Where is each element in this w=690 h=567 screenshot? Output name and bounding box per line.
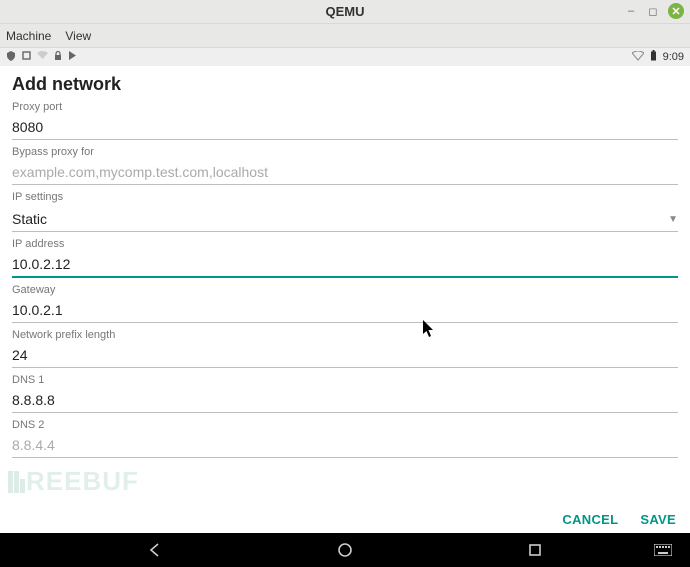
menubar: Machine View [0,24,690,48]
label-gateway: Gateway [12,284,678,296]
lock-icon [54,51,62,64]
wifi-dim-icon [37,51,48,63]
label-prefix: Network prefix length [12,329,678,341]
android-statusbar: 9:09 [0,48,690,66]
window-title: QEMU [326,4,365,19]
input-prefix[interactable] [12,345,678,365]
qemu-window: QEMU – ◻ ✕ Machine View [0,0,690,567]
maximize-button[interactable]: ◻ [646,4,660,18]
nav-back-button[interactable] [146,541,164,559]
field-bypass: Bypass proxy for [12,146,678,185]
label-proxy-port: Proxy port [12,101,678,113]
settings-content: Add network Proxy port Bypass proxy for … [0,66,690,533]
window-buttons: – ◻ ✕ [624,3,684,19]
label-bypass: Bypass proxy for [12,146,678,158]
input-proxy-port[interactable] [12,117,678,137]
input-bypass[interactable] [12,162,678,182]
watermark: REEBUF [8,466,139,497]
battery-icon [650,50,657,64]
statusbar-right: 9:09 [632,50,684,64]
chevron-down-icon: ▼ [668,214,678,225]
nav-keyboard-icon[interactable] [654,541,672,559]
android-navbar [0,533,690,567]
wifi-icon [632,51,644,64]
field-dns1: DNS 1 [12,374,678,413]
field-dns2: DNS 2 [12,419,678,458]
close-button[interactable]: ✕ [668,3,684,19]
field-ip-settings: IP settings Static ▼ [12,191,678,232]
nav-recents-button[interactable] [526,541,544,559]
field-ip-address: IP address [12,238,678,278]
label-dns1: DNS 1 [12,374,678,386]
field-prefix: Network prefix length [12,329,678,368]
save-button[interactable]: SAVE [640,512,676,527]
input-dns1[interactable] [12,390,678,410]
label-dns2: DNS 2 [12,419,678,431]
box-icon [22,51,31,63]
statusbar-left [6,51,77,64]
android-screen: 9:09 Add network Proxy port Bypass proxy… [0,48,690,567]
input-ip-address[interactable] [12,254,678,274]
titlebar: QEMU – ◻ ✕ [0,0,690,24]
nav-home-button[interactable] [336,541,354,559]
field-gateway: Gateway [12,284,678,323]
menu-machine[interactable]: Machine [6,29,51,43]
cancel-button[interactable]: CANCEL [562,512,618,527]
label-ip-settings: IP settings [12,191,678,203]
shield-icon [6,51,16,64]
select-ip-settings[interactable]: Static ▼ [12,207,678,232]
input-dns2[interactable] [12,435,678,455]
play-icon [68,51,77,63]
statusbar-time: 9:09 [663,51,684,63]
dialog-actions: CANCEL SAVE [562,512,676,527]
page-title: Add network [12,74,678,95]
label-ip-address: IP address [12,238,678,250]
field-proxy-port: Proxy port [12,101,678,140]
minimize-button[interactable]: – [624,4,638,18]
menu-view[interactable]: View [65,29,91,43]
input-gateway[interactable] [12,300,678,320]
ip-settings-value: Static [12,211,47,227]
